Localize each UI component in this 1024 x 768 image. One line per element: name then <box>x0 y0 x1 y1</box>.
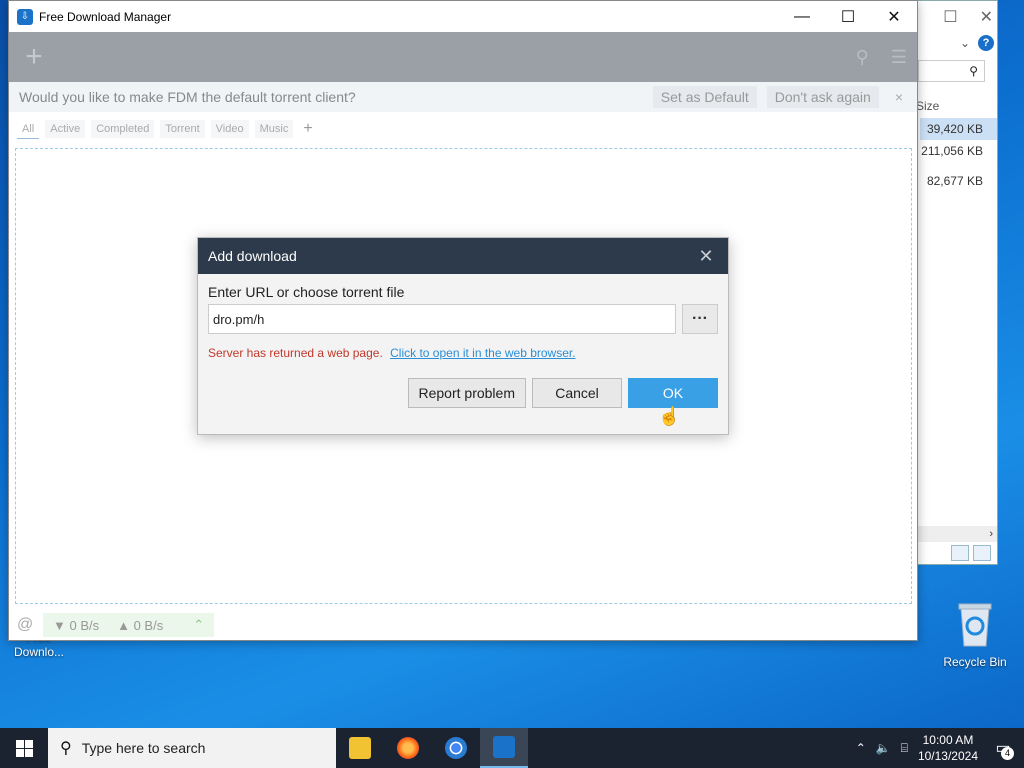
firefox-icon <box>397 737 419 759</box>
tab-all[interactable]: All <box>17 119 40 139</box>
size-column-header[interactable]: Size <box>916 94 997 118</box>
network-icon[interactable]: ⌸ <box>901 741 908 756</box>
maximize-icon[interactable]: ☐ <box>943 7 957 27</box>
upload-speed: ▲ 0 B/s <box>117 617 164 633</box>
filter-tabs: All Active Completed Torrent Video Music… <box>9 112 917 146</box>
ok-button[interactable]: OK <box>628 378 718 408</box>
window-title: Free Download Manager <box>39 9 172 24</box>
system-tray: ⌃ 🔈 ⌸ 10:00 AM 10/13/2024 ▭4 <box>856 728 1024 768</box>
dont-ask-again-button[interactable]: Don't ask again <box>766 86 879 108</box>
fdm-taskbar-button[interactable] <box>480 728 528 768</box>
snail-mode-icon[interactable]: @ <box>17 616 43 634</box>
add-download-icon[interactable]: + <box>19 40 49 74</box>
horizontal-scrollbar[interactable]: › <box>918 526 997 542</box>
dialog-close-icon[interactable]: ✕ <box>684 246 728 267</box>
set-as-default-button[interactable]: Set as Default <box>652 86 757 108</box>
explorer-window: ☐ ✕ ⌄ ? ⚲ Size 39,420 KB 211,056 KB 82,6… <box>912 0 998 565</box>
file-size-cell[interactable]: 39,420 KB <box>920 118 997 140</box>
tab-active[interactable]: Active <box>45 120 86 138</box>
dialog-titlebar: Add download ✕ <box>198 238 728 274</box>
explorer-search-box[interactable]: ⚲ <box>918 60 985 82</box>
tab-torrent[interactable]: Torrent <box>160 120 205 138</box>
speaker-muted-icon[interactable]: 🔈 <box>876 741 891 755</box>
recycle-bin-icon <box>958 603 992 647</box>
url-row: ··· <box>208 304 718 334</box>
main-toolbar: + ⚲ ☰ <box>9 32 917 82</box>
windows-logo-icon <box>15 739 33 757</box>
taskbar: ⚲ Type here to search ⌃ 🔈 ⌸ 10:00 AM 10/… <box>0 728 1024 768</box>
dialog-title: Add download <box>208 248 297 264</box>
menu-icon[interactable]: ☰ <box>891 47 907 68</box>
maximize-button[interactable]: ☐ <box>825 1 871 32</box>
add-download-dialog: Add download ✕ Enter URL or choose torre… <box>197 237 729 435</box>
chevron-down-icon[interactable]: ⌄ <box>960 36 970 50</box>
large-icons-view-icon[interactable] <box>973 545 991 561</box>
url-input[interactable] <box>208 304 676 334</box>
cancel-button[interactable]: Cancel <box>532 378 622 408</box>
chevron-up-icon[interactable]: ⌃ <box>856 741 866 755</box>
window-titlebar: ⇩ Free Download Manager — ☐ ✕ <box>9 1 917 32</box>
tab-music[interactable]: Music <box>254 120 294 138</box>
error-text: Server has returned a web page. <box>208 346 383 360</box>
notification-close-icon[interactable]: × <box>895 89 903 105</box>
download-speed: ▼ 0 B/s <box>53 617 100 633</box>
clock[interactable]: 10:00 AM 10/13/2024 <box>918 732 978 764</box>
search-icon: ⚲ <box>60 740 72 757</box>
clock-time: 10:00 AM <box>922 733 974 747</box>
action-center-icon[interactable]: ▭4 <box>988 728 1018 768</box>
add-tab-icon[interactable]: + <box>303 120 312 138</box>
help-icon[interactable]: ? <box>978 35 994 51</box>
chevron-right-icon[interactable]: › <box>989 528 993 540</box>
file-explorer-taskbar-button[interactable] <box>336 728 384 768</box>
explorer-ribbon-row: ⌄ ? <box>912 32 997 54</box>
close-button[interactable]: ✕ <box>871 1 917 32</box>
search-icon[interactable]: ⚲ <box>856 47 869 68</box>
browse-button[interactable]: ··· <box>682 304 718 334</box>
file-size-cell[interactable]: 211,056 KB <box>912 140 997 162</box>
view-mode-buttons <box>951 545 991 561</box>
minimize-button[interactable]: — <box>779 1 825 32</box>
dialog-body: Enter URL or choose torrent file ··· Ser… <box>198 274 728 418</box>
close-icon[interactable]: ✕ <box>980 7 993 27</box>
firefox-taskbar-button[interactable] <box>384 728 432 768</box>
tab-completed[interactable]: Completed <box>91 120 155 138</box>
folder-icon <box>349 737 371 759</box>
clock-date: 10/13/2024 <box>917 749 978 763</box>
recycle-bin-label: Recycle Bin <box>943 655 1007 669</box>
speed-indicator[interactable]: ▼ 0 B/s ▲ 0 B/s ⌃ <box>43 613 215 637</box>
tab-video[interactable]: Video <box>210 120 249 138</box>
details-view-icon[interactable] <box>951 545 969 561</box>
file-size-cell[interactable]: 82,677 KB <box>912 170 997 192</box>
explorer-titlebar: ☐ ✕ <box>912 1 997 32</box>
taskbar-search[interactable]: ⚲ Type here to search <box>48 728 336 768</box>
error-message: Server has returned a web page. Click to… <box>208 346 718 362</box>
chrome-icon <box>445 737 467 759</box>
start-button[interactable] <box>0 728 48 768</box>
taskbar-search-placeholder: Type here to search <box>81 740 206 756</box>
status-bar: @ ▼ 0 B/s ▲ 0 B/s ⌃ <box>9 610 917 640</box>
notification-message: Would you like to make FDM the default t… <box>19 89 356 105</box>
chevron-up-icon[interactable]: ⌃ <box>193 617 204 633</box>
dialog-buttons: Report problem Cancel OK <box>208 378 718 408</box>
report-problem-button[interactable]: Report problem <box>407 378 526 408</box>
recycle-bin-desktop-icon[interactable]: Recycle Bin <box>940 600 1010 670</box>
default-client-notification: Would you like to make FDM the default t… <box>9 82 917 112</box>
open-in-browser-link[interactable]: Click to open it in the web browser. <box>390 346 575 360</box>
chrome-taskbar-button[interactable] <box>432 728 480 768</box>
fdm-app-icon: ⇩ <box>17 8 33 25</box>
url-prompt-label: Enter URL or choose torrent file <box>208 284 405 300</box>
search-icon: ⚲ <box>969 64 978 78</box>
hand-cursor-icon: ☝ <box>658 406 681 426</box>
notification-count-badge: 4 <box>1001 747 1014 760</box>
fdm-app-icon <box>493 736 515 758</box>
